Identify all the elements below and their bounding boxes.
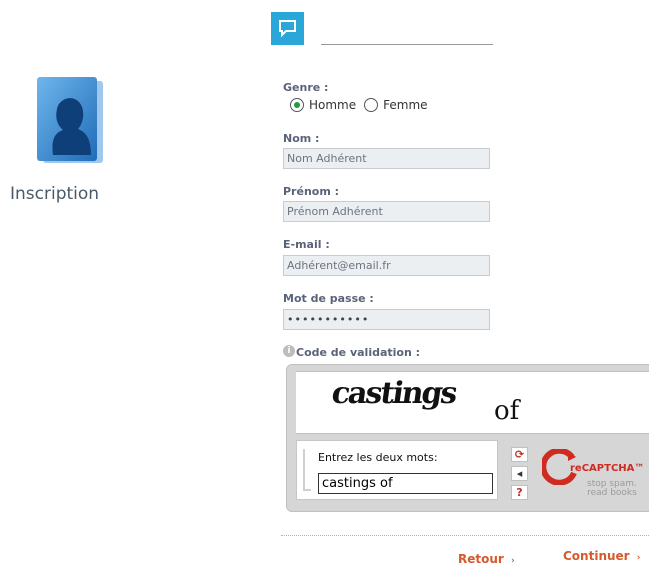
back-label: Retour [458, 552, 504, 566]
validation-label: Code de validation : [296, 346, 421, 359]
back-arrow-icon: › [511, 556, 515, 566]
genre-femme-label: Femme [383, 98, 428, 112]
recaptcha-tagline: stop spam. read books [587, 480, 637, 498]
genre-homme-radio[interactable] [290, 98, 304, 112]
password-input[interactable]: ••••••••••• [283, 309, 490, 330]
captcha-refresh-icon[interactable]: ⟳ [511, 447, 528, 462]
email-label: E-mail : [283, 238, 330, 251]
recaptcha-brand: reCAPTCHA™ [570, 463, 645, 474]
captcha-word-1: castings [329, 376, 458, 411]
back-link[interactable]: Retour › [458, 552, 515, 566]
captcha-instruction: Entrez les deux mots: [318, 451, 438, 464]
chat-bubble-icon [271, 12, 304, 45]
continue-arrow-icon: › [636, 553, 641, 563]
genre-femme-radio[interactable] [364, 98, 379, 112]
password-label: Mot de passe : [283, 292, 374, 305]
prenom-label: Prénom : [283, 185, 340, 198]
genre-homme-label: Homme [309, 98, 357, 112]
prenom-input[interactable]: Prénom Adhérent [283, 201, 490, 222]
footer-divider [281, 535, 649, 536]
captcha-audio-icon[interactable]: ◂ [511, 466, 528, 481]
section-title: Inscription [10, 184, 100, 204]
genre-radio-group: Homme Femme [290, 98, 428, 112]
email-input[interactable]: Adhérent@email.fr [283, 255, 490, 276]
genre-label: Genre : [283, 81, 329, 94]
profile-silhouette-icon [33, 77, 107, 167]
nom-label: Nom : [283, 132, 320, 145]
recaptcha-tagline-2: read books [587, 488, 637, 498]
nom-input[interactable]: Nom Adhérent [283, 148, 490, 169]
captcha-word-2: of [494, 396, 520, 426]
entry-arrow-decoration [303, 449, 311, 491]
captcha-image: castings of [296, 371, 649, 434]
captcha-help-icon[interactable]: ? [511, 485, 528, 500]
header-divider [321, 44, 493, 45]
info-icon: i [283, 345, 295, 357]
captcha-input[interactable] [318, 473, 493, 494]
